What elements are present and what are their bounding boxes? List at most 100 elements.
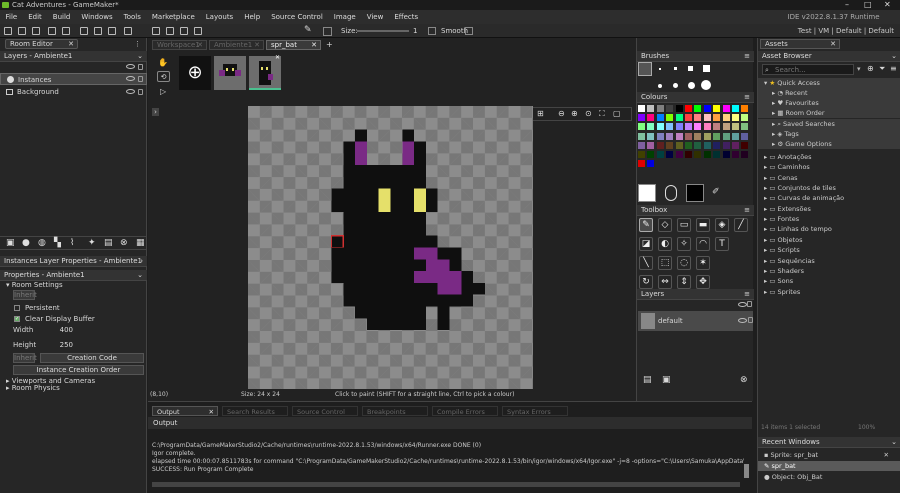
recent-item-spr-bat[interactable]: ✎ spr_bat	[758, 461, 900, 471]
add-asset-icon[interactable]: ⊕	[867, 64, 874, 73]
colour-swatch[interactable]	[703, 114, 711, 122]
help-icon[interactable]	[180, 27, 188, 35]
room-settings-group[interactable]: ▾ Room Settings	[6, 281, 63, 289]
colour-swatch[interactable]	[694, 105, 702, 112]
tab-breakpoints[interactable]: Breakpoints	[362, 406, 428, 416]
zoom-reset-icon[interactable]: ⊙	[585, 109, 592, 118]
toolbar-targets[interactable]: Test | VM | Default | Default	[798, 26, 894, 36]
wand-select-tool-icon[interactable]: ✶	[696, 256, 710, 270]
recent-item-sprite[interactable]: ▪ Sprite: spr_bat ✕	[758, 450, 900, 460]
inherit-button[interactable]: Inherit	[13, 290, 37, 300]
preferences-icon[interactable]	[166, 27, 174, 35]
save-icon[interactable]	[32, 27, 40, 35]
hand-icon[interactable]: ✋	[158, 58, 168, 67]
menu-icon[interactable]: ≡	[744, 205, 750, 216]
add-layer-icon[interactable]: ▤	[643, 375, 652, 385]
tab-workspace1[interactable]: Workspace1 ✕	[152, 40, 207, 50]
smooth-checkbox[interactable]	[465, 27, 473, 35]
close-button[interactable]: ✕	[884, 0, 891, 10]
colour-swatch[interactable]	[732, 123, 739, 131]
colour-swatch[interactable]	[732, 151, 739, 158]
fill-tool-icon[interactable]: ◈	[715, 218, 729, 232]
clean-icon[interactable]	[124, 27, 132, 35]
creation-code-button[interactable]: Creation Code	[40, 353, 144, 363]
add-effect-layer-icon[interactable]: ✦	[88, 238, 96, 248]
eye-icon[interactable]	[126, 89, 135, 94]
colour-swatch[interactable]	[703, 132, 711, 140]
game-options-icon[interactable]	[152, 27, 160, 35]
close-tab-icon[interactable]: ✕	[68, 40, 74, 49]
tab-source-control[interactable]: Source Control	[292, 406, 358, 416]
chevron-down-icon[interactable]: ⌄	[137, 270, 143, 281]
flip-tool-icon[interactable]: ⇔	[658, 275, 672, 289]
colour-swatch[interactable]	[685, 151, 692, 158]
menu-file[interactable]: File	[0, 10, 23, 24]
add-folder-icon[interactable]: ▤	[104, 238, 113, 248]
close-tab-icon[interactable]: ✕	[311, 41, 317, 50]
colour-swatch[interactable]	[638, 123, 645, 131]
colour-swatch[interactable]	[685, 123, 692, 131]
colours-header[interactable]: Colours ≡	[637, 92, 754, 103]
stop-icon[interactable]	[108, 27, 116, 35]
add-tab-icon[interactable]: +	[326, 40, 333, 49]
colour-swatch[interactable]	[703, 141, 711, 149]
tree-folder[interactable]: ▸ ▭ Scripts	[758, 245, 900, 255]
tree-folder[interactable]: ▸ ▭ Sequências	[758, 256, 900, 266]
zoom-in-icon[interactable]: ⊕	[571, 109, 578, 118]
run-icon[interactable]	[80, 27, 88, 35]
colour-swatch[interactable]	[638, 114, 645, 122]
magic-wand-tool-icon[interactable]: ✧	[677, 237, 691, 251]
tree-game-options[interactable]: ▸ ⚙ Game Options	[758, 139, 900, 149]
brush-round-xl[interactable]	[701, 80, 711, 90]
colour-swatch[interactable]	[722, 123, 730, 131]
fit-icon[interactable]: ⛶	[599, 109, 605, 119]
layers-header[interactable]: Layers - Ambiente1 ⌄	[0, 51, 147, 62]
menu-effects[interactable]: Effects	[389, 10, 424, 24]
colour-swatch[interactable]	[647, 151, 655, 158]
new-project-icon[interactable]	[4, 27, 12, 35]
tree-folder[interactable]: ▸ ▭ Caminhos	[758, 162, 900, 172]
asset-search-input[interactable]: ⌕ Search...	[762, 64, 854, 75]
zoom-out-icon[interactable]: ⊖	[558, 109, 565, 118]
eraser-tool-icon[interactable]: ◇	[658, 218, 672, 232]
colour-swatch[interactable]	[741, 132, 749, 140]
menu-marketplace[interactable]: Marketplace	[146, 10, 200, 24]
colour-swatch[interactable]	[647, 105, 655, 112]
tree-room-order[interactable]: ▸ ▦ Room Order	[758, 108, 900, 118]
colour-swatch[interactable]	[703, 151, 711, 158]
brush-5px[interactable]	[688, 66, 693, 71]
menu-tools[interactable]: Tools	[118, 10, 146, 24]
asset-browser-header[interactable]: Asset Browser ⌄	[758, 51, 900, 62]
colour-swatch[interactable]	[666, 123, 674, 131]
colour-swatch[interactable]	[685, 114, 692, 122]
panel-menu-icon[interactable]: ⋮	[134, 40, 141, 48]
loop-icon[interactable]: ⟲	[157, 71, 170, 82]
colour-swatch[interactable]	[656, 132, 664, 140]
tab-search-results[interactable]: Search Results	[222, 406, 288, 416]
colour-swatch[interactable]	[666, 105, 674, 112]
close-tab-icon[interactable]: ✕	[197, 41, 203, 50]
colour-swatch[interactable]	[675, 141, 683, 149]
colour-swatch[interactable]	[685, 132, 692, 140]
colour-swatch[interactable]	[656, 105, 664, 112]
filled-ellipse-tool-icon[interactable]: ◐	[658, 237, 672, 251]
add-background-layer-icon[interactable]: ▣	[6, 238, 15, 248]
add-frame-button[interactable]: ⊕	[179, 56, 211, 90]
clear-display-checkbox[interactable]: ✓	[14, 316, 20, 322]
menu-build[interactable]: Build	[47, 10, 76, 24]
tab-output[interactable]: Output ✕	[152, 406, 218, 416]
background-icon[interactable]: ▢	[613, 109, 621, 118]
room-physics-group[interactable]: ▸ Room Physics	[6, 384, 60, 392]
menu-icon[interactable]: ≡	[744, 92, 750, 103]
properties-header[interactable]: Properties - Ambiente1 ⌄	[0, 270, 147, 281]
asset-zoom[interactable]: 100%	[858, 424, 875, 431]
expand-panel-icon[interactable]: ›	[152, 108, 159, 116]
colour-swatch[interactable]	[638, 141, 645, 149]
colour-palette[interactable]	[638, 105, 753, 168]
package-icon[interactable]	[194, 27, 202, 35]
filled-rect-tool-icon[interactable]: ◪	[639, 237, 653, 251]
colour-swatch[interactable]	[741, 151, 749, 158]
menu-source-control[interactable]: Source Control	[266, 10, 329, 24]
brush-round-large[interactable]	[688, 82, 695, 89]
menu-icon[interactable]: ≡	[744, 51, 750, 62]
